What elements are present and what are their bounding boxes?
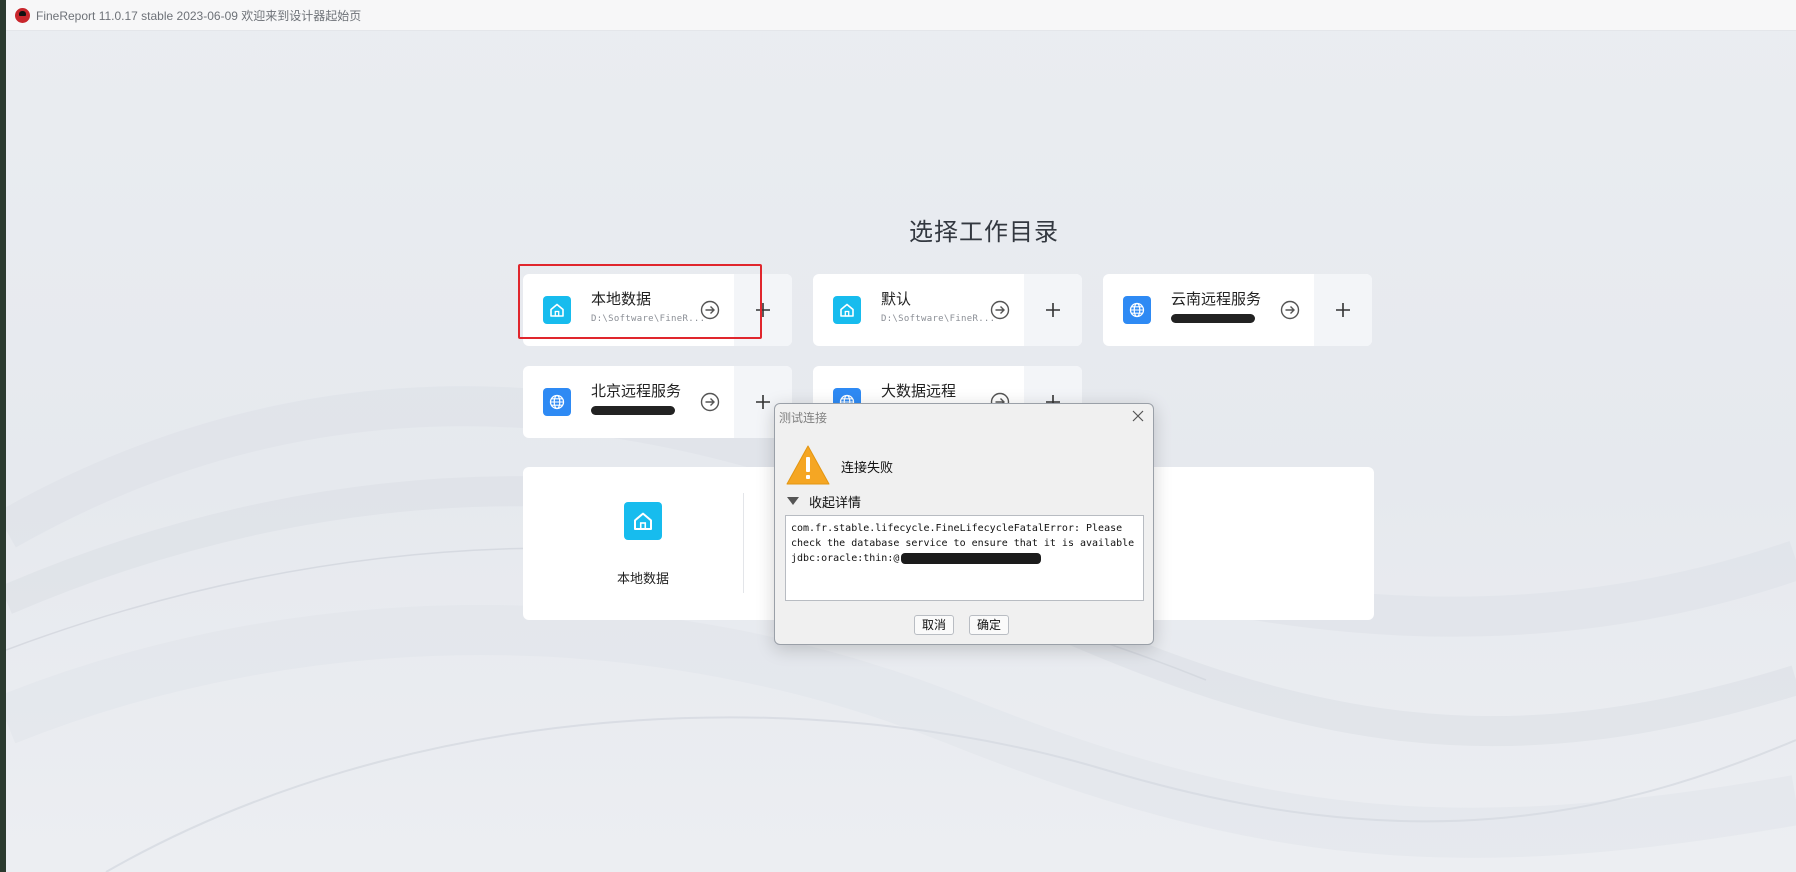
home-icon[interactable] <box>624 502 662 540</box>
selection-highlight <box>518 264 762 339</box>
plus-icon <box>1336 303 1350 317</box>
arrow-right-circle-icon[interactable] <box>990 300 1010 320</box>
globe-icon <box>543 388 571 416</box>
warning-icon <box>786 445 830 485</box>
redacted-address <box>591 406 675 415</box>
detail-line: check the database service to ensure tha… <box>791 538 1135 549</box>
error-details-textarea[interactable]: com.fr.stable.lifecycle.FineLifecycleFat… <box>785 515 1144 601</box>
dialog-message: 连接失败 <box>841 461 894 476</box>
app-logo-icon <box>15 7 30 23</box>
redacted-host <box>901 552 1042 564</box>
workspace-name: 云南远程服务 <box>1171 290 1262 308</box>
page-heading: 选择工作目录 <box>909 218 1059 246</box>
workspace-name: 默认 <box>881 290 912 308</box>
add-button[interactable] <box>1024 274 1082 346</box>
add-button[interactable] <box>1314 274 1372 346</box>
workspace-card-beijing-remote[interactable]: 北京远程服务 <box>523 366 792 438</box>
collapse-triangle-icon[interactable] <box>787 497 799 505</box>
home-icon <box>833 296 861 324</box>
ok-button[interactable]: 确定 <box>969 615 1010 635</box>
workspace-name: 大数据远程 <box>881 382 957 400</box>
plus-icon <box>756 395 770 409</box>
plus-icon <box>1046 303 1060 317</box>
redacted-address <box>1171 314 1255 323</box>
panel-label: 本地数据 <box>616 572 669 587</box>
title-bar: FineReport 11.0.17 stable 2023-06-09 欢迎来… <box>6 0 1796 31</box>
arrow-right-circle-icon[interactable] <box>700 392 720 412</box>
divider <box>743 493 744 593</box>
workspace-name: 北京远程服务 <box>591 382 682 400</box>
workspace-card-yunnan-remote[interactable]: 云南远程服务 <box>1103 274 1372 346</box>
detail-line: jdbc:oracle:thin:@ <box>791 551 1138 566</box>
dialog-title: 测试连接 <box>779 411 828 425</box>
cancel-button[interactable]: 取消 <box>914 615 955 635</box>
detail-line: com.fr.stable.lifecycle.FineLifecycleFat… <box>791 523 1123 534</box>
detail-line-text: jdbc:oracle:thin:@ <box>791 553 900 564</box>
globe-icon <box>1123 296 1151 324</box>
window-title: FineReport 11.0.17 stable 2023-06-09 欢迎来… <box>36 8 362 23</box>
app-window: FineReport 11.0.17 stable 2023-06-09 欢迎来… <box>6 0 1796 872</box>
workspace-card-default[interactable]: 默认 D:\Software\FineR... <box>813 274 1082 346</box>
test-connection-dialog: 测试连接 连接失败 收起详情 com.fr.stable.lifecycle.F… <box>774 403 1154 645</box>
workspace-path: D:\Software\FineR... <box>881 314 996 324</box>
arrow-right-circle-icon[interactable] <box>1280 300 1300 320</box>
details-toggle[interactable]: 收起详情 <box>809 492 861 511</box>
close-icon[interactable] <box>1131 409 1145 423</box>
